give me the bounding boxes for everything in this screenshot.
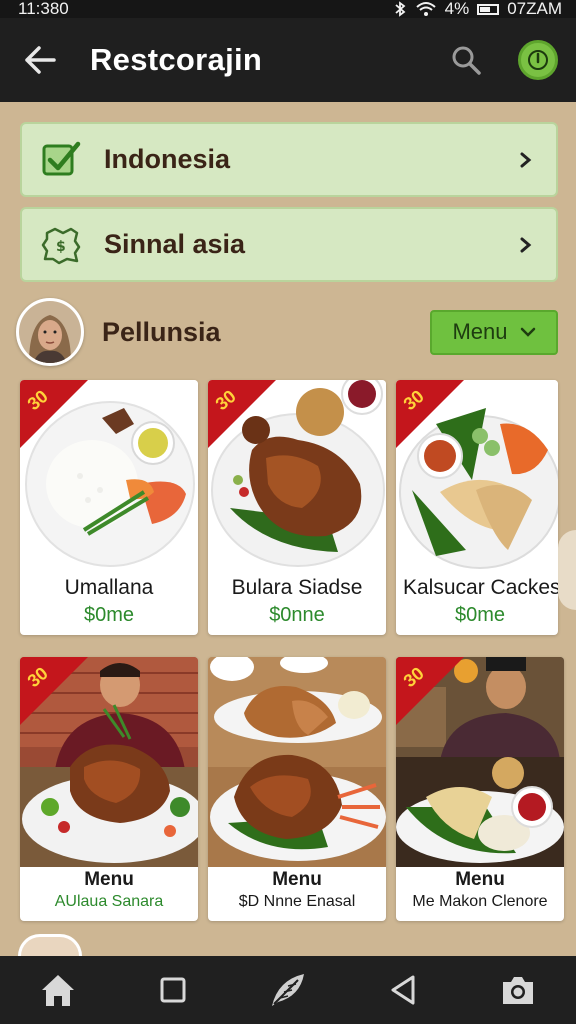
chevron-down-icon	[520, 327, 535, 337]
status-icons: 4% 07ZAM	[393, 0, 562, 18]
page-title: Restcorajin	[90, 42, 263, 77]
back-button[interactable]	[18, 38, 62, 82]
battery-icon	[477, 3, 500, 15]
chevron-right-icon	[516, 150, 536, 170]
home-button[interactable]	[33, 965, 83, 1015]
menu-subtitle: Me Makon Clenore	[412, 893, 548, 910]
discount-ribbon	[396, 380, 464, 448]
menu-card[interactable]: Menu $D Nnne Enasal	[208, 657, 386, 921]
menu-subtitle: AUlaua Sanara	[54, 893, 164, 910]
discount-ribbon	[396, 657, 464, 725]
recent-apps-button[interactable]	[148, 965, 198, 1015]
menu-title: Menu	[272, 869, 322, 890]
dish-price: $0nne	[269, 604, 325, 626]
bottom-nav	[0, 956, 576, 1024]
content-area: Indonesia $ Sinnal asia Pellunsia Menu 3…	[0, 102, 576, 956]
dish-name: Kalsucar Cackes	[403, 576, 558, 599]
feather-button[interactable]	[263, 965, 313, 1015]
profile-row: Pellunsia Menu	[16, 295, 558, 369]
app-bar: Restcorajin	[0, 18, 576, 102]
recent-apps-icon	[160, 977, 186, 1003]
menu-title: Menu	[84, 869, 134, 890]
profile-name: Pellunsia	[102, 316, 221, 347]
power-icon	[528, 50, 548, 70]
menu-dropdown-button[interactable]: Menu	[430, 309, 558, 355]
discount-ribbon	[20, 380, 88, 448]
home-icon	[41, 975, 74, 1006]
menu-button-label: Menu	[452, 319, 508, 344]
bluetooth-icon	[395, 1, 406, 17]
svg-text:$: $	[56, 239, 66, 255]
menu-image-roast-platter	[208, 657, 386, 867]
category-label: Indonesia	[104, 144, 231, 174]
chevron-right-icon	[516, 235, 536, 255]
arrow-left-icon	[25, 46, 56, 74]
menu-card[interactable]: 30 Menu Me Makon Clenore	[396, 657, 564, 921]
category-row-indonesia[interactable]: Indonesia	[20, 122, 558, 197]
wifi-icon	[415, 2, 436, 16]
back-nav-button[interactable]	[378, 965, 428, 1015]
edge-handle[interactable]	[558, 530, 576, 610]
feather-icon	[271, 974, 304, 1006]
battery-percent: 4%	[444, 0, 470, 18]
menu-card[interactable]: 30 Menu AUlaua Sanara	[20, 657, 198, 921]
dish-card[interactable]: 30 Kalsucar Cackes $0me	[396, 380, 558, 635]
category-row-sinnal-asia[interactable]: $ Sinnal asia	[20, 207, 558, 282]
discount-ribbon	[208, 380, 276, 448]
search-button[interactable]	[444, 38, 488, 82]
menu-title: Menu	[455, 869, 505, 890]
dish-name: Bulara Siadse	[231, 576, 363, 599]
avatar[interactable]	[16, 298, 84, 366]
dish-price: $0me	[455, 604, 506, 626]
power-button[interactable]	[518, 40, 558, 80]
back-triangle-icon	[391, 975, 415, 1005]
dish-price: $0me	[83, 604, 135, 626]
discount-ribbon	[20, 657, 88, 725]
status-time: 11:380	[18, 0, 69, 18]
search-icon	[452, 46, 481, 75]
status-bar: 11:380 4% 07ZAM	[0, 0, 576, 18]
dish-name: Umallana	[64, 576, 154, 599]
status-clock: 07ZAM	[507, 0, 562, 18]
dish-card[interactable]: 30 Umallana $0me	[20, 380, 198, 635]
camera-button[interactable]	[493, 965, 543, 1015]
dish-card[interactable]: 30 Bulara Siadse $0nne	[208, 380, 386, 635]
category-label: Sinnal asia	[104, 229, 246, 259]
avatar[interactable]	[18, 934, 82, 956]
map-badge-icon: $	[40, 224, 82, 266]
menu-subtitle: $D Nnne Enasal	[238, 893, 356, 910]
camera-icon	[503, 977, 534, 1004]
checkbox-check-icon	[40, 139, 82, 181]
